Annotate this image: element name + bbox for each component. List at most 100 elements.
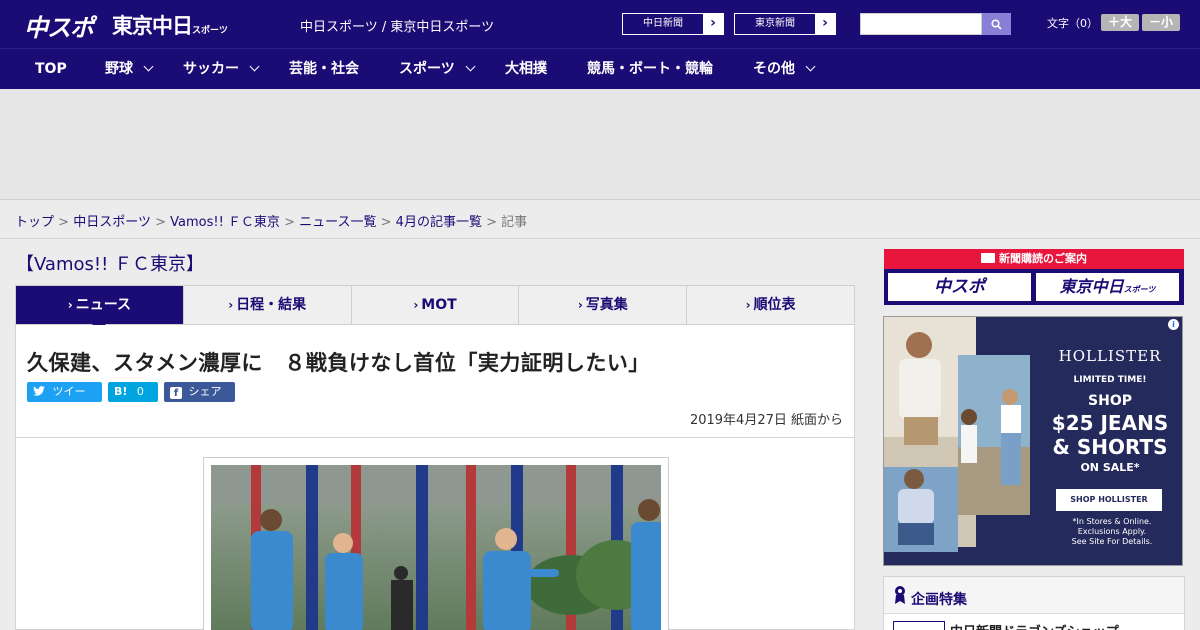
tab-news[interactable]: › ニュース <box>16 286 184 331</box>
breadcrumb-separator: > <box>380 215 392 230</box>
tokyo-chunichi-logo[interactable]: 東京中日スポーツ <box>112 10 228 40</box>
chevron-right-icon: › <box>413 298 419 312</box>
breadcrumb-link-chunichi-sports[interactable]: 中日スポーツ <box>73 215 151 230</box>
feature-section: 企画特集 中日新聞ドラゴンズショップ <box>883 576 1185 630</box>
section-title[interactable]: 【Vamos!! ＦＣ東京】 <box>16 250 204 276</box>
ad-info-icon[interactable]: i <box>1168 319 1179 330</box>
tweet-button[interactable]: ツイート <box>27 382 102 418</box>
tab-label: ニュース <box>75 297 132 313</box>
tab-schedule[interactable]: › 日程・結果 <box>184 286 352 324</box>
chevron-right-icon: › <box>822 15 828 31</box>
breadcrumb-separator: > <box>486 215 497 230</box>
divider <box>0 238 1200 239</box>
ad-jeans: $25 JEANS <box>1051 411 1169 435</box>
search-input[interactable] <box>860 13 982 35</box>
ad-photo-collage <box>884 317 1030 552</box>
breadcrumb-link-april[interactable]: 4月の記事一覧 <box>396 215 482 230</box>
hatena-icon: B! <box>114 385 128 398</box>
breadcrumb-separator: > <box>58 215 70 230</box>
chevron-right-icon: › <box>710 15 716 31</box>
article-photo-frame <box>203 457 669 630</box>
chevron-right-icon: › <box>577 298 583 312</box>
nav-item-label: 大相撲 <box>505 61 547 77</box>
breadcrumb-link-top[interactable]: トップ <box>15 215 54 230</box>
tab-standings[interactable]: › 順位表 <box>687 286 854 324</box>
tab-photos[interactable]: › 写真集 <box>519 286 688 324</box>
chunichi-shimbun-label: 中日新聞 <box>623 14 703 34</box>
feature-title: 企画特集 <box>911 592 967 608</box>
subscription-header: 新聞購読のご案内 <box>884 249 1184 269</box>
nav-item-baseball[interactable]: 野球 <box>105 49 154 89</box>
site-links[interactable]: 中日スポーツ / 東京中日スポーツ <box>300 16 494 35</box>
text-size-increase-button[interactable]: ＋大 <box>1101 14 1139 31</box>
ad-limited-time: LIMITED TIME! <box>1073 375 1147 385</box>
tokyo-chunichi-logo-sub: スポーツ <box>192 26 228 36</box>
breadcrumb-current: 記事 <box>501 215 528 230</box>
breadcrumb-separator: > <box>284 215 295 230</box>
ad-fine-print-line: See Site For Details. <box>1071 537 1153 546</box>
subscribe-chuspo-button[interactable]: 中スポ <box>888 273 1031 301</box>
nav-item-label: 芸能・社会 <box>289 61 359 77</box>
tokyo-chunichi-logo-text: 東京中日 <box>112 14 193 38</box>
nav-item-racing[interactable]: 競馬・ボート・競輪 <box>587 49 713 89</box>
soccer-training-photo <box>211 465 661 630</box>
tokyo-shimbun-link[interactable]: 東京新聞 › <box>734 13 836 35</box>
chevron-down-icon <box>249 61 260 72</box>
article-date: 2019年4月27日 紙面から <box>689 413 843 428</box>
search-icon <box>991 18 1002 30</box>
nav-item-other[interactable]: その他 <box>753 49 816 89</box>
feature-header: 企画特集 <box>884 577 1184 614</box>
hatena-count: 0 <box>136 385 144 398</box>
ad-on-sale: ON SALE* <box>1080 461 1140 474</box>
tab-label: 順位表 <box>753 297 796 313</box>
nav-item-sports[interactable]: スポーツ <box>399 49 476 89</box>
ad-shop: SHOP <box>1088 393 1132 409</box>
subscription-header-label: 新聞購読のご案内 <box>999 252 1087 265</box>
tab-mot[interactable]: › MOT <box>352 286 520 324</box>
feature-thumbnail[interactable] <box>893 621 945 630</box>
twitter-bird-icon <box>33 386 45 396</box>
chevron-down-icon <box>465 61 476 72</box>
nav-item-soccer[interactable]: サッカー <box>183 49 260 89</box>
ad-shorts: & SHORTS <box>1052 435 1168 459</box>
facebook-icon: f <box>170 387 182 399</box>
chunichi-shimbun-link[interactable]: 中日新聞 › <box>622 13 724 35</box>
chevron-down-icon <box>143 61 154 72</box>
nav-item-top[interactable]: TOP <box>35 49 67 89</box>
nav-item-label: 野球 <box>105 61 133 77</box>
chevron-right-icon: › <box>228 298 234 312</box>
top-header: 中スポ 東京中日スポーツ 中日スポーツ / 東京中日スポーツ 中日新聞 › 東京… <box>0 0 1200 48</box>
ad-fine-print: *In Stores & Online. Exclusions Apply. S… <box>1052 517 1172 547</box>
ad-fine-print-line: Exclusions Apply. <box>1077 527 1147 536</box>
ad-fine-print-line: *In Stores & Online. <box>1072 517 1152 526</box>
subscribe-tokyo-chunichi-label: 東京中日 <box>1059 277 1124 296</box>
article-photo[interactable] <box>211 465 661 630</box>
hollister-ad[interactable]: i HOLLISTER LIMITED TIME! SHOP $25 JEANS… <box>883 316 1183 566</box>
share-label: シェア <box>188 385 222 398</box>
feature-item-dragons-shop[interactable]: 中日新聞ドラゴンズショップ <box>950 621 1119 630</box>
subscribe-tokyo-chunichi-button[interactable]: 東京中日スポーツ <box>1036 273 1179 301</box>
tab-label: MOT <box>421 297 457 313</box>
newspaper-icon <box>981 253 995 263</box>
nav-item-label: TOP <box>35 61 67 77</box>
text-size-decrease-button[interactable]: －小 <box>1142 14 1180 31</box>
shop-hollister-button[interactable]: SHOP HOLLISTER <box>1056 489 1162 511</box>
nav-item-sumo[interactable]: 大相撲 <box>505 49 547 89</box>
facebook-share-button[interactable]: f シェア 0 <box>164 382 235 418</box>
nav-item-label: 競馬・ボート・競輪 <box>587 61 713 77</box>
breadcrumb: トップ > 中日スポーツ > Vamos!! ＦＣ東京 > ニュース一覧 > 4… <box>15 211 527 230</box>
top-ad-placeholder <box>0 89 1200 200</box>
tab-label: 写真集 <box>585 297 628 313</box>
nav-item-label: スポーツ <box>399 61 455 77</box>
breadcrumb-link-news-list[interactable]: ニュース一覧 <box>299 215 376 230</box>
ad-brand: HOLLISTER <box>1058 347 1162 365</box>
main-nav: TOP 野球 サッカー 芸能・社会 スポーツ 大相撲 競馬・ボート・競輪 その他 <box>0 48 1200 89</box>
award-ribbon-icon <box>895 586 905 604</box>
hatena-bookmark-button[interactable]: B! 0 <box>108 382 158 402</box>
tokyo-shimbun-label: 東京新聞 <box>735 14 815 34</box>
chuspo-logo[interactable]: 中スポ <box>24 8 94 43</box>
search-button[interactable] <box>982 13 1011 35</box>
tab-label: 日程・結果 <box>236 297 307 313</box>
breadcrumb-link-fc-tokyo[interactable]: Vamos!! ＦＣ東京 <box>170 215 280 230</box>
nav-item-entertainment[interactable]: 芸能・社会 <box>289 49 359 89</box>
